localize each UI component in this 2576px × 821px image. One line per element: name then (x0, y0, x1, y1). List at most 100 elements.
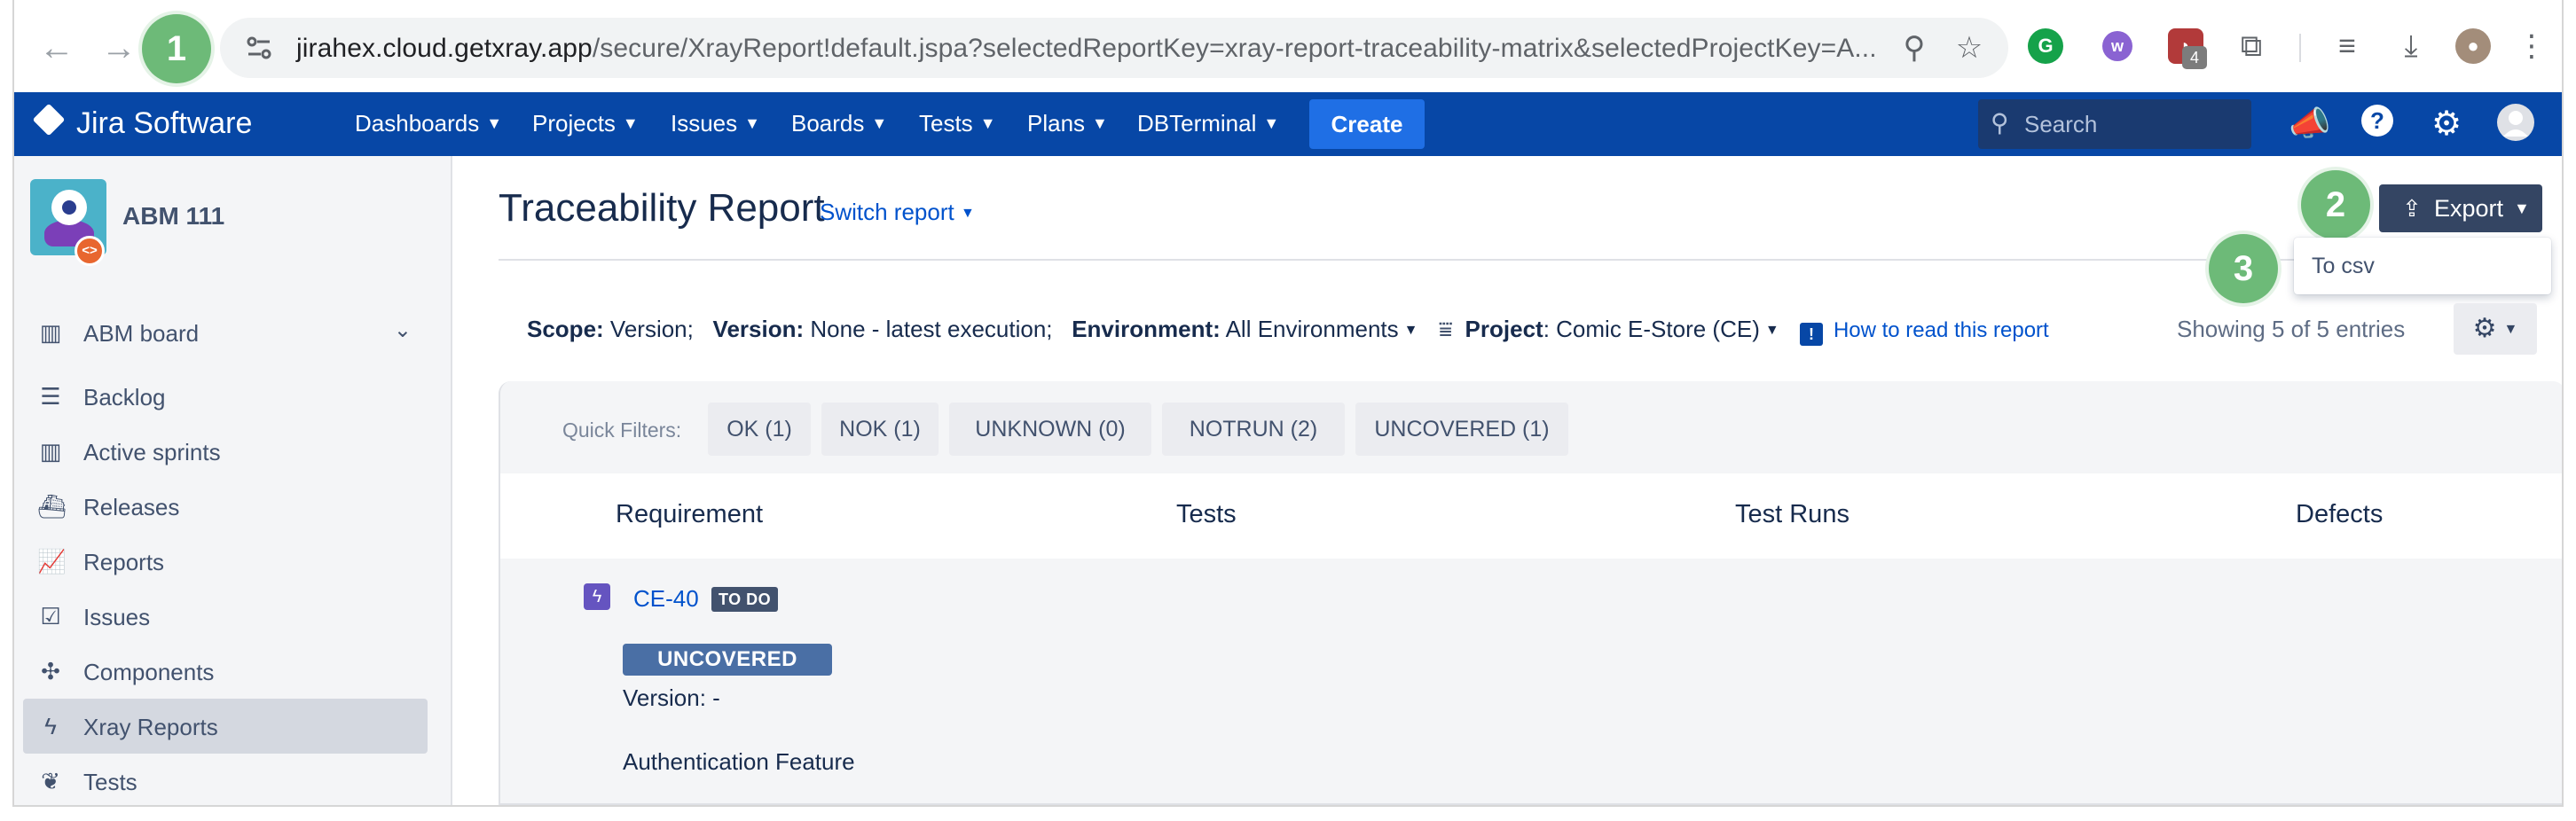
sidebar-item-xray-reports[interactable]: ϟ Xray Reports (23, 699, 428, 754)
project-key: Project (1465, 316, 1543, 342)
sidebar-item-board[interactable]: ▥ ABM board ⌄ (23, 305, 428, 360)
issue-key-link[interactable]: CE-40 (633, 585, 699, 613)
nav-boards[interactable]: Boards ▼ (791, 110, 887, 137)
caret-down-icon[interactable]: ▼ (1404, 323, 1418, 338)
extension-w-icon[interactable]: w (2102, 31, 2132, 61)
backlog-icon: ☰ (40, 383, 61, 410)
grammarly-icon[interactable]: G (2028, 28, 2063, 64)
quick-filters-label: Quick Filters: (562, 418, 682, 442)
chevron-down-icon: ▼ (1263, 114, 1280, 132)
sidebar-item-label: Tests (83, 769, 137, 795)
nav-label: Plans (1027, 110, 1086, 137)
sidebar-item-label: Issues (83, 604, 151, 630)
nav-label: Tests (919, 110, 973, 137)
create-button[interactable]: Create (1309, 99, 1425, 149)
quick-filter-nok[interactable]: NOK (1) (821, 403, 939, 456)
scope-value[interactable]: Version; (610, 316, 694, 342)
svg-text:?: ? (2370, 107, 2384, 134)
profile-avatar[interactable]: ● (2455, 28, 2491, 64)
project-sidebar: <> ABM 111 ▥ ABM board ⌄ ☰ Backlog ▥ Act… (14, 156, 452, 805)
sidebar-item-tests[interactable]: ❦ Tests (23, 754, 428, 805)
sidebar-item-releases[interactable]: ⛴ Releases (23, 479, 428, 534)
project-value[interactable]: : Comic E-Store (CE) (1543, 316, 1760, 342)
column-requirement[interactable]: Requirement (616, 500, 763, 529)
sidebar-item-reports[interactable]: 📈 Reports (23, 534, 428, 589)
settings-gear-icon[interactable]: ⚙ (2425, 103, 2468, 145)
search-input[interactable] (2024, 108, 2237, 140)
browser-menu-icon[interactable]: ⋮ (2514, 28, 2549, 64)
caret-down-icon[interactable]: ▼ (1765, 323, 1779, 338)
switch-report-link[interactable]: Switch report ▼ (820, 199, 975, 226)
app-window: ← → 1 jirahex.cloud.getxray.app/secure/X… (12, 0, 2564, 807)
reading-list-icon[interactable]: ≡ (2329, 28, 2365, 64)
nav-issues[interactable]: Issues ▼ (671, 110, 760, 137)
address-bar[interactable]: jirahex.cloud.getxray.app/secure/XrayRep… (220, 18, 2008, 78)
jira-logo[interactable]: Jira Software (32, 103, 252, 142)
sidebar-item-backlog[interactable]: ☰ Backlog (23, 369, 428, 424)
help-icon[interactable]: ? (2356, 103, 2399, 145)
sidebar-item-label: Components (83, 659, 215, 685)
columns-icon: ▥ (39, 438, 62, 465)
version-value[interactable]: None - latest execution; (810, 316, 1052, 342)
board-icon: ▥ (39, 319, 62, 346)
site-settings-icon[interactable] (243, 32, 275, 64)
environment-value[interactable]: All Environments (1226, 316, 1399, 342)
sidebar-item-active-sprints[interactable]: ▥ Active sprints (23, 424, 428, 479)
quick-filter-uncovered[interactable]: UNCOVERED (1) (1355, 403, 1568, 456)
jira-search[interactable]: ⚲ (1978, 99, 2251, 149)
table-header: Requirement Tests Test Runs Defects (500, 473, 2562, 559)
sidebar-item-issues[interactable]: ☑ Issues (23, 589, 428, 644)
nav-label: Projects (532, 110, 616, 137)
chevron-down-icon: ▼ (979, 114, 996, 132)
zoom-icon[interactable]: ⚲ (1897, 30, 1932, 66)
search-icon: ⚲ (1991, 109, 2009, 137)
row-divider (500, 803, 2562, 805)
nav-projects[interactable]: Projects ▼ (532, 110, 639, 137)
how-to-read-link[interactable]: How to read this report (1834, 318, 2049, 342)
step-badge-1: 1 (142, 14, 211, 83)
nav-plans[interactable]: Plans ▼ (1027, 110, 1108, 137)
nav-dbterminal[interactable]: DBTerminal ▼ (1137, 110, 1279, 137)
project-name[interactable]: ABM 111 (122, 202, 224, 231)
chevron-down-icon: ▼ (1092, 114, 1108, 132)
download-icon[interactable]: ⤓ (2393, 28, 2429, 64)
column-tests[interactable]: Tests (1176, 500, 1237, 529)
story-bolt-icon: ϟ (584, 583, 610, 610)
status-badge: TO DO (711, 587, 779, 612)
nav-tests[interactable]: Tests ▼ (919, 110, 996, 137)
url-host: jirahex.cloud.getxray.app (296, 34, 593, 63)
quick-filter-notrun[interactable]: NOTRUN (2) (1162, 403, 1345, 456)
entries-count: Showing 5 of 5 entries (2177, 316, 2406, 342)
export-button[interactable]: ⇪ Export ▼ (2379, 184, 2542, 232)
user-avatar[interactable] (2494, 103, 2537, 145)
sidebar-item-label: ABM board (83, 320, 200, 347)
sidebar-item-components[interactable]: ✣ Components (23, 644, 428, 699)
column-defects[interactable]: Defects (2296, 500, 2383, 529)
jira-top-nav: Jira Software Dashboards ▼ Projects ▼ Issu… (14, 92, 2562, 156)
forward-arrow-icon[interactable]: → (96, 25, 142, 71)
back-arrow-icon[interactable]: ← (34, 25, 80, 71)
bookmark-star-icon[interactable]: ☆ (1952, 30, 1987, 66)
sidebar-item-label: Active sprints (83, 439, 221, 465)
help-circle-shape: ? (2361, 105, 2393, 137)
chevron-down-icon: ⌄ (393, 318, 412, 342)
export-to-csv-option[interactable]: To csv (2312, 254, 2375, 279)
main-content: Traceability Report Switch report ▼ 2 ⇪ … (452, 156, 2562, 805)
column-settings-button[interactable]: ⚙ ▼ (2454, 303, 2537, 355)
sidebar-item-label: Reports (83, 549, 165, 575)
title-divider (499, 259, 2368, 261)
environment-key: Environment: (1072, 316, 1221, 342)
nav-dashboards[interactable]: Dashboards ▼ (355, 110, 502, 137)
scope-key: Scope: (527, 316, 604, 342)
quick-filter-ok[interactable]: OK (1) (708, 403, 811, 456)
sidebar-item-label: Xray Reports (83, 714, 218, 740)
chevron-down-icon: ▼ (486, 114, 503, 132)
report-filters: Scope: Version; Version: None - latest e… (527, 316, 2049, 346)
megaphone-icon[interactable]: 📣 (2289, 103, 2331, 145)
column-test-runs[interactable]: Test Runs (1735, 500, 1850, 529)
url-path: /secure/XrayReport!default.jspa?selected… (592, 34, 1877, 63)
chevron-down-icon: ▼ (744, 114, 760, 132)
feather-icon: ❦ (41, 768, 60, 794)
quick-filter-unknown[interactable]: UNKNOWN (0) (949, 403, 1151, 456)
puzzle-extensions-icon[interactable]: ⧉ (2234, 28, 2269, 64)
